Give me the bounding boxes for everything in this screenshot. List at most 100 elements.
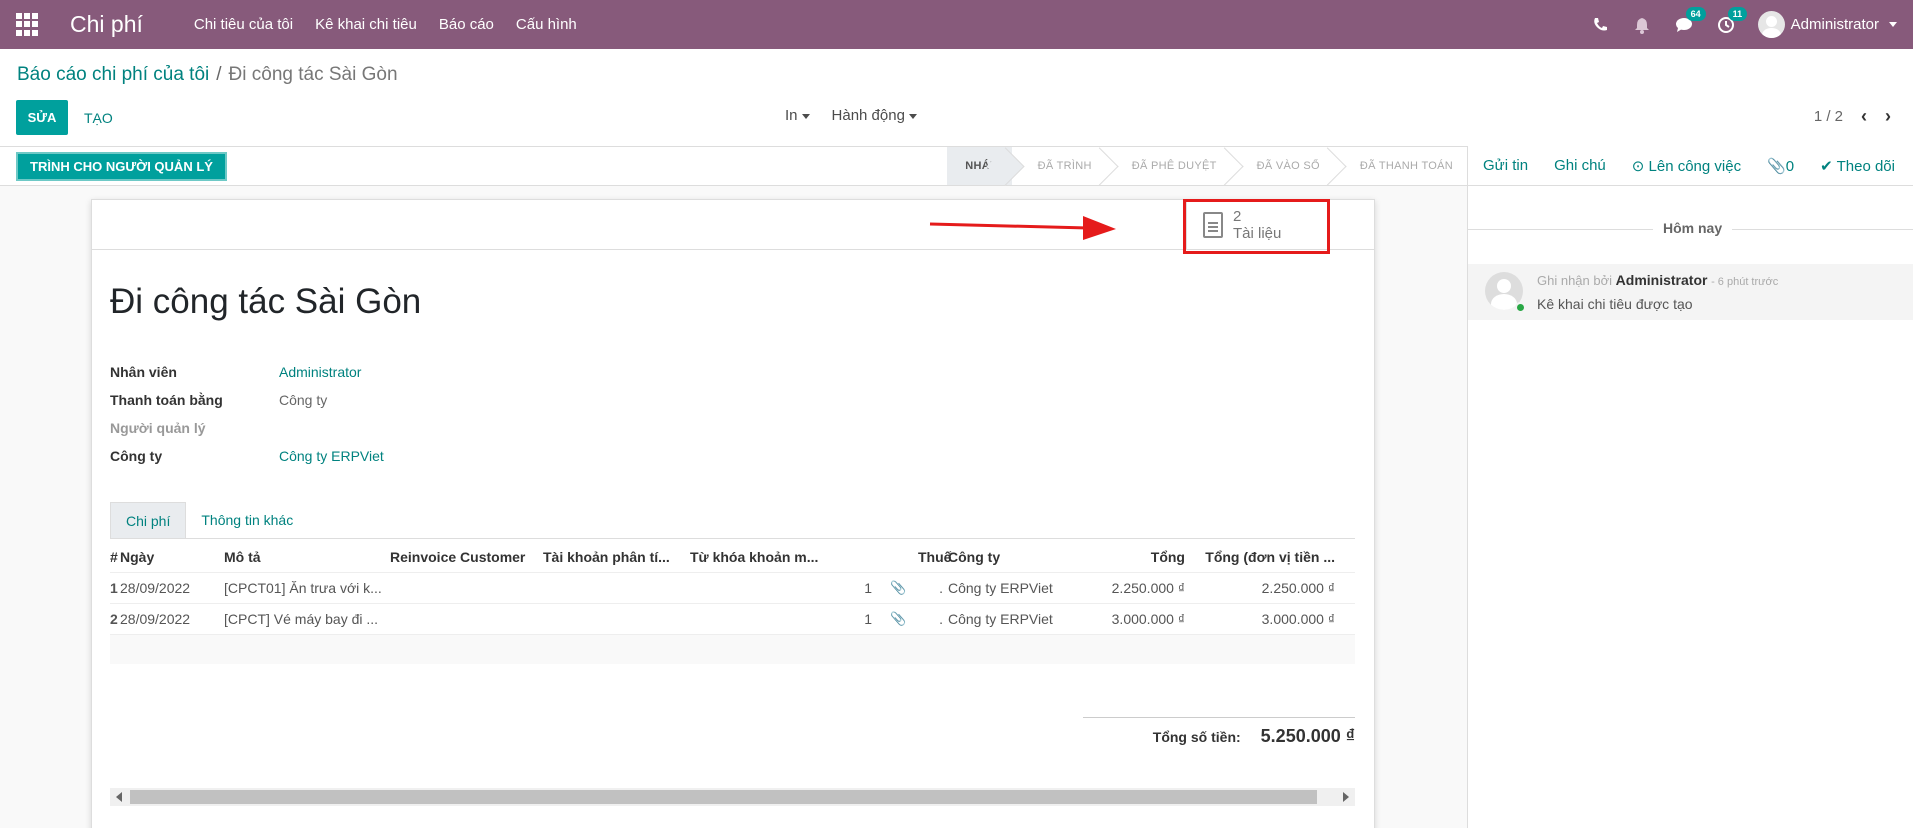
chevron-down-icon xyxy=(1889,22,1897,27)
edit-button[interactable]: SỬA xyxy=(16,100,68,135)
chatter: Gửi tin Ghi chú ⊙ Lên công việc 📎0 ✔ The… xyxy=(1467,146,1913,828)
scroll-left-icon[interactable] xyxy=(116,792,122,802)
table-row[interactable]: 2 28/09/2022 [CPCT] Vé máy bay đi ... 1 … xyxy=(110,603,1355,634)
row-quantity: 1 xyxy=(864,611,872,627)
totals-summary: Tổng số tiền: 5.250.000 ₫ xyxy=(1083,717,1355,747)
col-seq[interactable]: # xyxy=(110,549,120,565)
schedule-activity-button[interactable]: ⊙ Lên công việc xyxy=(1632,157,1741,175)
pager-value[interactable]: 1 / 2 xyxy=(1814,108,1843,125)
menu-item-configuration[interactable]: Cấu hình xyxy=(505,16,588,33)
col-reinvoice-customer[interactable]: Reinvoice Customer xyxy=(390,549,543,565)
row-total-currency: 2.250.000 ₫ xyxy=(1261,580,1335,596)
status-stages: NHÁP ĐÃ TRÌNH ĐÃ PHÊ DUYỆT ĐÃ VÀO SỔ ĐÃ … xyxy=(947,147,1467,185)
follow-button[interactable]: ✔ Theo dõi xyxy=(1820,157,1895,175)
row-taxes: . xyxy=(939,580,943,596)
schedule-activity-label: Lên công việc xyxy=(1648,157,1742,175)
row-seq: 2 xyxy=(110,611,118,627)
menu-item-reporting[interactable]: Báo cáo xyxy=(428,16,505,33)
chatter-message: Ghi nhận bởi Administrator - 6 phút trướ… xyxy=(1468,264,1913,320)
annotation-highlight-box xyxy=(1183,199,1330,254)
day-label: Hôm nay xyxy=(1653,220,1733,236)
stage-submitted: ĐÃ TRÌNH xyxy=(1012,147,1106,185)
messages-badge: 64 xyxy=(1685,6,1706,21)
table-row[interactable]: 1 28/09/2022 [CPCT01] Ăn trưa với k... 1… xyxy=(110,572,1355,603)
total-amount-label: Tổng số tiền: xyxy=(1152,729,1241,745)
col-description[interactable]: Mô tả xyxy=(224,549,390,565)
row-total: 3.000.000 ₫ xyxy=(1111,611,1185,627)
field-employee[interactable]: Administrator xyxy=(279,364,361,380)
paperclip-icon[interactable]: 📎 xyxy=(872,611,918,627)
apps-menu-icon[interactable] xyxy=(16,12,40,37)
activities-clock-icon[interactable]: 11 xyxy=(1716,6,1748,35)
breadcrumb-current: Đi công tác Sài Gòn xyxy=(228,64,398,85)
chatter-topbar: Gửi tin Ghi chú ⊙ Lên công việc 📎0 ✔ The… xyxy=(1468,146,1913,186)
follow-label: Theo dõi xyxy=(1836,157,1895,175)
user-menu[interactable]: Administrator xyxy=(1757,11,1897,38)
scroll-right-icon[interactable] xyxy=(1343,792,1349,802)
field-label-paid-by: Thanh toán bằng xyxy=(110,392,223,408)
col-company[interactable]: Công ty xyxy=(948,549,1073,565)
chevron-down-icon xyxy=(801,113,810,119)
print-dropdown[interactable]: In xyxy=(785,107,810,124)
breadcrumb-separator: / xyxy=(216,64,222,85)
row-company: Công ty ERPViet xyxy=(948,611,1053,627)
col-date[interactable]: Ngày xyxy=(120,549,224,565)
create-button[interactable]: TẠO xyxy=(84,100,113,135)
online-status-icon xyxy=(1515,302,1526,313)
field-paid-by: Công ty xyxy=(279,392,328,408)
send-message-button[interactable]: Gửi tin xyxy=(1483,157,1528,174)
field-label-employee: Nhân viên xyxy=(110,364,177,380)
field-company[interactable]: Công ty ERPViet xyxy=(279,448,384,464)
submit-to-manager-button[interactable]: TRÌNH CHO NGƯỜI QUẢN LÝ xyxy=(16,152,227,181)
top-navbar: Chi phí Chi tiêu của tôi Kê khai chi tiê… xyxy=(0,0,1913,49)
field-label-company: Công ty xyxy=(110,448,163,464)
row-total-currency: 3.000.000 ₫ xyxy=(1261,611,1335,627)
attachments-button[interactable]: 📎0 xyxy=(1767,157,1794,175)
paperclip-icon: 📎 xyxy=(1767,157,1786,175)
row-taxes: . xyxy=(939,611,943,627)
breadcrumb-parent[interactable]: Báo cáo chi phí của tôi xyxy=(17,64,209,86)
paperclip-icon[interactable]: 📎 xyxy=(872,580,918,596)
expense-lines-table: # Ngày Mô tả Reinvoice Customer Tài khoả… xyxy=(110,542,1355,664)
message-author[interactable]: Administrator xyxy=(1616,272,1708,288)
log-note-button[interactable]: Ghi chú xyxy=(1554,157,1606,174)
message-prefix: Ghi nhận bởi xyxy=(1537,273,1613,288)
app-title[interactable]: Chi phí xyxy=(70,11,143,38)
row-company: Công ty ERPViet xyxy=(948,580,1053,596)
row-seq: 1 xyxy=(110,580,118,596)
menu-item-expense-reports[interactable]: Kê khai chi tiêu xyxy=(304,16,428,33)
row-quantity: 1 xyxy=(864,580,872,596)
row-description: [CPCT01] Ăn trưa với k... xyxy=(224,580,382,596)
menu-item-my-expenses[interactable]: Chi tiêu của tôi xyxy=(183,16,304,33)
tab-expenses[interactable]: Chi phí xyxy=(110,502,187,538)
tab-other-info[interactable]: Thông tin khác xyxy=(186,502,308,538)
record-title: Đi công tác Sài Gòn xyxy=(110,282,422,321)
action-label: Hành động xyxy=(831,107,905,124)
avatar xyxy=(1757,11,1785,38)
row-date: 28/09/2022 xyxy=(120,611,191,627)
col-total[interactable]: Tổng xyxy=(1073,549,1185,565)
phone-icon[interactable] xyxy=(1590,15,1610,35)
check-icon: ✔ xyxy=(1820,157,1837,175)
horizontal-scrollbar[interactable] xyxy=(110,788,1355,806)
table-empty-row xyxy=(110,634,1355,664)
stage-draft: NHÁP xyxy=(947,147,1012,185)
col-analytic-account[interactable]: Tài khoản phân tí... xyxy=(543,549,690,565)
main-menu: Chi tiêu của tôi Kê khai chi tiêu Báo cá… xyxy=(183,16,588,33)
message-time: - 6 phút trước xyxy=(1711,276,1779,288)
previous-record-icon[interactable]: ‹ xyxy=(1861,106,1867,127)
next-record-icon[interactable]: › xyxy=(1885,106,1891,127)
col-total-currency[interactable]: Tổng (đơn vị tiền ... xyxy=(1185,549,1335,565)
row-date: 28/09/2022 xyxy=(120,580,191,596)
messages-icon[interactable]: 64 xyxy=(1674,6,1706,35)
scrollbar-thumb[interactable] xyxy=(130,790,1317,804)
activities-badge: 11 xyxy=(1727,6,1748,21)
col-taxes[interactable]: Thuế xyxy=(918,549,951,565)
action-dropdown[interactable]: Hành động xyxy=(832,107,917,124)
col-analytic-tags[interactable]: Từ khóa khoản m... xyxy=(690,549,830,565)
user-name: Administrator xyxy=(1790,16,1879,33)
pager: 1 / 2 ‹ › xyxy=(1814,106,1891,127)
notebook-tabs: Chi phí Thông tin khác xyxy=(110,502,1355,539)
breadcrumb: Báo cáo chi phí của tôi / Đi công tác Sà… xyxy=(17,64,398,86)
bell-icon[interactable] xyxy=(1632,15,1652,35)
